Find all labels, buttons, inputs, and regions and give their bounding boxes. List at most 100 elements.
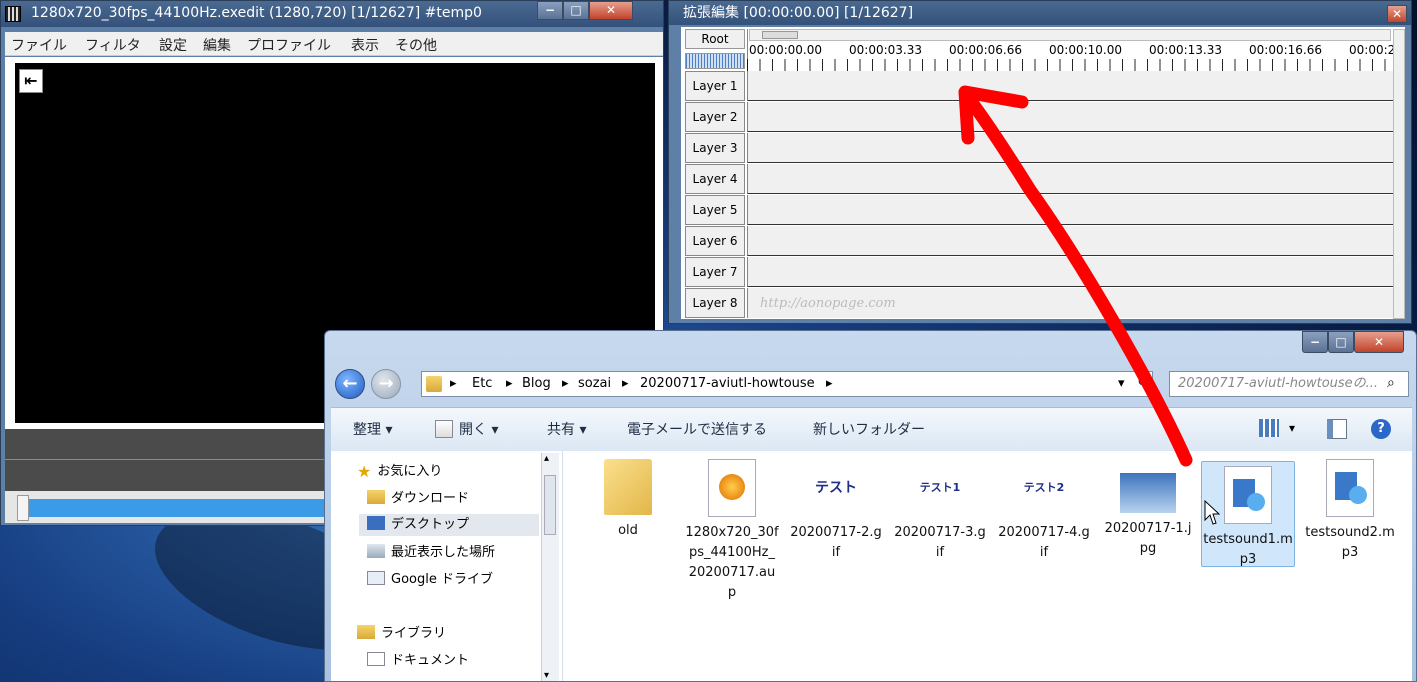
menu-profile[interactable]: プロファイル — [247, 35, 331, 55]
layer-track-6[interactable] — [747, 226, 1393, 256]
nav-desktop[interactable]: デスクトップ — [359, 514, 539, 536]
view-options-icon[interactable] — [1259, 419, 1279, 437]
layer-track-1[interactable] — [747, 71, 1393, 101]
minimize-button[interactable]: − — [1302, 331, 1328, 353]
nav-documents[interactable]: ドキュメント — [367, 650, 469, 672]
maximize-button[interactable]: □ — [563, 1, 589, 20]
calendar-icon — [435, 420, 453, 438]
gif-thumbnail: テスト — [815, 480, 857, 496]
help-icon[interactable]: ? — [1371, 419, 1391, 439]
hscroll-thumb[interactable] — [762, 31, 798, 39]
file-name: 1280x720_30fps_44100Hz_20200717.aup — [685, 525, 779, 600]
main-caption-buttons: − □ ✕ — [537, 1, 633, 21]
timeline-close-button[interactable]: ✕ — [1387, 5, 1407, 23]
share-button[interactable]: 共有 ▾ — [547, 419, 586, 439]
timeline-hscrollbar[interactable] — [749, 29, 1391, 41]
breadcrumb-sozai[interactable]: sozai — [578, 372, 611, 396]
layer-track-4[interactable] — [747, 164, 1393, 194]
file-name: old — [618, 523, 638, 538]
nav-recent[interactable]: 最近表示した場所 — [367, 542, 495, 564]
breadcrumb-folder[interactable]: 20200717-aviutl-howtouse — [640, 372, 815, 396]
menu-file[interactable]: ファイル — [11, 35, 67, 55]
close-button[interactable]: ✕ — [589, 1, 633, 20]
layer-track-7[interactable] — [747, 257, 1393, 287]
nav-libraries[interactable]: ライブラリ — [357, 623, 446, 645]
root-button[interactable]: Root — [685, 29, 745, 49]
layer-label-7[interactable]: Layer 7 — [685, 257, 745, 287]
nav-downloads[interactable]: ダウンロード — [367, 488, 469, 510]
new-folder-button[interactable]: 新しいフォルダー — [813, 419, 925, 439]
close-button[interactable]: ✕ — [1354, 331, 1404, 353]
time-label: 00:00:16.66 — [1249, 43, 1322, 57]
file-item[interactable]: テスト1 20200717-3.gif — [893, 459, 987, 563]
file-name: 20200717-4.gif — [998, 525, 1090, 560]
seekbar-thumb[interactable] — [17, 495, 29, 521]
maximize-button[interactable]: □ — [1328, 331, 1354, 353]
time-label: 00:00:2 — [1349, 43, 1396, 57]
menu-filter[interactable]: フィルタ — [85, 35, 141, 55]
timeline-window: 拡張編集 [00:00:00.00] [1/12627] ✕ Root 00:0… — [668, 0, 1412, 324]
breadcrumb-blog[interactable]: Blog — [522, 372, 551, 396]
address-bar[interactable]: ▸ Etc ▸ Blog ▸ sozai ▸ 20200717-aviutl-h… — [421, 371, 1153, 397]
breadcrumb-separator-icon: ▸ — [562, 376, 569, 391]
jump-start-icon[interactable]: ⇤ — [19, 69, 43, 93]
layer-label-5[interactable]: Layer 5 — [685, 195, 745, 225]
chevron-down-icon[interactable]: ▾ — [1289, 421, 1295, 435]
layer-track-2[interactable] — [747, 102, 1393, 132]
layer-label-3[interactable]: Layer 3 — [685, 133, 745, 163]
menu-settings[interactable]: 設定 — [159, 35, 187, 55]
layer-label-8[interactable]: Layer 8 — [685, 288, 745, 318]
timeline-vscrollbar[interactable] — [1393, 29, 1405, 319]
email-button[interactable]: 電子メールで送信する — [627, 419, 767, 439]
open-button[interactable]: 開く ▾ — [459, 419, 498, 439]
file-item[interactable]: テスト 20200717-2.gif — [789, 459, 883, 563]
file-item[interactable]: 1280x720_30fps_44100Hz_20200717.aup — [685, 459, 779, 603]
file-name: 20200717-1.jpg — [1104, 521, 1192, 556]
breadcrumb-etc[interactable]: Etc — [472, 372, 492, 396]
file-item[interactable]: テスト2 20200717-4.gif — [997, 459, 1091, 563]
file-item[interactable]: old — [581, 459, 675, 541]
menu-view[interactable]: 表示 — [351, 35, 379, 55]
folder-icon — [426, 376, 442, 392]
scroll-down-icon[interactable]: ▾ — [544, 670, 549, 681]
main-window-title: 1280x720_30fps_44100Hz.exedit (1280,720)… — [31, 5, 482, 21]
nav-libraries-label: ライブラリ — [381, 626, 447, 641]
refresh-icon[interactable]: ↻ — [1137, 375, 1148, 390]
search-icon[interactable]: ⌕ — [1387, 375, 1395, 391]
film-icon — [5, 6, 21, 22]
timeline-titlebar[interactable]: 拡張編集 [00:00:00.00] [1/12627] — [669, 1, 1411, 25]
address-dropdown-icon[interactable]: ▾ — [1118, 372, 1125, 396]
nav-downloads-label: ダウンロード — [391, 491, 470, 506]
minimize-button[interactable]: − — [537, 1, 563, 20]
main-menubar: ファイル フィルタ 設定 編集 プロファイル 表示 その他 — [5, 32, 663, 56]
organize-button[interactable]: 整理 ▾ — [353, 419, 392, 439]
menu-edit[interactable]: 編集 — [203, 35, 231, 55]
media-file-icon — [1224, 466, 1272, 524]
menu-other[interactable]: その他 — [395, 35, 437, 55]
media-file-icon — [1326, 459, 1374, 517]
nav-scroll-thumb[interactable] — [544, 475, 556, 535]
nav-scrollbar[interactable]: ▴ ▾ — [541, 453, 559, 681]
file-item[interactable]: 20200717-1.jpg — [1101, 459, 1195, 559]
google-drive-icon — [367, 571, 385, 585]
search-input[interactable]: 20200717-aviutl-howtouseの... — [1169, 371, 1409, 397]
scroll-up-icon[interactable]: ▴ — [544, 453, 549, 464]
layer-label-2[interactable]: Layer 2 — [685, 102, 745, 132]
breadcrumb-separator-icon: ▸ — [450, 376, 457, 391]
layer-track-3[interactable] — [747, 133, 1393, 163]
layer-label-1[interactable]: Layer 1 — [685, 71, 745, 101]
file-item[interactable]: testsound2.mp3 — [1303, 459, 1397, 563]
nav-google-drive[interactable]: Google ドライブ — [367, 569, 493, 591]
layer-label-6[interactable]: Layer 6 — [685, 226, 745, 256]
back-button[interactable]: ← — [335, 369, 365, 399]
forward-button[interactable]: → — [371, 369, 401, 399]
preview-pane-icon[interactable] — [1327, 419, 1347, 439]
layer-track-5[interactable] — [747, 195, 1393, 225]
layer-label-4[interactable]: Layer 4 — [685, 164, 745, 194]
file-name: testsound1.mp3 — [1203, 532, 1293, 567]
zoom-strip[interactable] — [685, 53, 745, 69]
jpg-thumbnail — [1120, 473, 1176, 513]
time-label: 00:00:06.66 — [949, 43, 1022, 57]
time-label: 00:00:00.00 — [749, 43, 822, 57]
nav-favorites[interactable]: ★ お気に入り — [357, 461, 442, 483]
